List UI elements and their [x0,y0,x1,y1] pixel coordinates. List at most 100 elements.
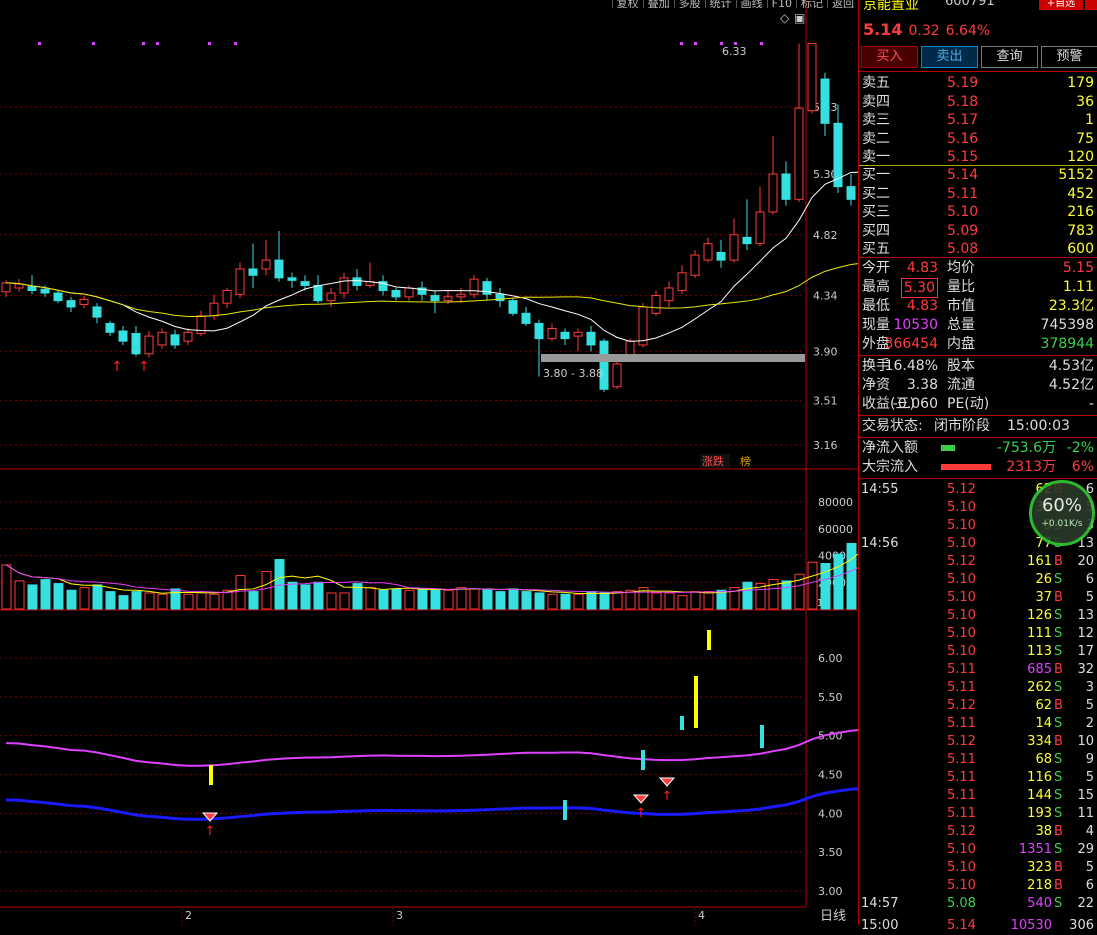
ask-level[interactable]: 卖二 5.16 75 [859,130,1097,148]
volume-bar [560,593,571,610]
candle-body [638,306,648,346]
volume-bar [430,588,441,610]
ask-level[interactable]: 卖五 5.19 179 [859,74,1097,92]
volume-bar [534,592,545,610]
toolbar-btn-f10[interactable]: F10 [766,0,796,8]
tick-row[interactable]: 5.10 111 S 12 [859,625,1097,643]
tick-row[interactable]: 5.12 334 B 10 [859,733,1097,751]
toolbar-btn-biaoji[interactable]: 标记 [796,0,827,8]
tick-row[interactable]: 5.11 68 S 9 [859,751,1097,769]
add-favorite-button[interactable]: +自选 [1039,0,1083,10]
tick-volume: 126 [1027,608,1052,623]
indicator-axis-label: 3.00 [818,885,843,898]
volume-bar [508,588,519,610]
volume-bar [105,591,116,610]
toolbar-btn-duogu[interactable]: 多股 [673,0,705,8]
volume-bar [547,593,558,610]
level-label: 卖三 [862,112,890,128]
tick-volume: 68 [1035,752,1052,767]
bid-level[interactable]: 买一 5.14 5152 [859,166,1097,184]
alert-button[interactable]: 预警 [1041,46,1097,68]
stat-value: 10530 [893,317,938,333]
volume-bar [14,580,25,610]
toolbar-btn-huaxian[interactable]: 画线 [735,0,767,8]
divider [859,71,1097,72]
flow-label: 大宗流入 [862,459,918,475]
tick-direction: S [1054,572,1063,587]
signal-dot [734,42,737,45]
chart-canvas[interactable]: 5.835.304.824.343.903.513.16800006000040… [0,0,858,925]
volume-bar [586,591,597,610]
price-axis-label: 4.34 [813,290,838,303]
tick-price: 5.12 [947,734,976,749]
tick-row[interactable]: 14:57 5.08 540 S 22 [859,895,1097,913]
bid-level[interactable]: 买二 5.11 452 [859,185,1097,203]
tick-time: 15:00 [861,918,899,933]
tick-row[interactable]: 5.11 685 B 32 [859,661,1097,679]
volume-bar [443,589,454,610]
stat-label: PE(动) [947,396,990,412]
tick-row[interactable]: 5.11 14 S 2 [859,715,1097,733]
toolbar-btn-tongji[interactable]: 统计 [704,0,736,8]
signal-arrow-icon: ↑ [636,806,647,821]
candle-body [755,211,765,245]
tick-count: 306 [1069,918,1094,933]
tick-row[interactable]: 5.10 26 S 6 [859,571,1097,589]
tick-row[interactable]: 5.10 113 S 17 [859,643,1097,661]
tick-row[interactable]: 5.11 193 S 11 [859,805,1097,823]
signal-gem-icon [632,794,650,804]
stat-value: 3.38 [906,377,938,393]
volume-bar [79,587,90,610]
volume-ma-yellow [5,553,858,594]
tick-price: 5.11 [947,680,976,695]
tick-row[interactable]: 5.10 1351 S 29 [859,841,1097,859]
ask-level[interactable]: 卖四 5.18 36 [859,93,1097,111]
tick-row[interactable]: 5.10 323 B 5 [859,859,1097,877]
level-volume: 1 [1085,112,1094,128]
tick-row[interactable]: 5.10 218 B 6 [859,877,1097,895]
tick-direction: S [1054,806,1063,821]
tick-volume: 38 [1035,824,1052,839]
buy-button[interactable]: 买入 [861,46,918,68]
tick-row[interactable]: 5.12 62 B 5 [859,697,1097,715]
stat-value: 5.30 [900,278,938,298]
tick-row[interactable]: 5.12 161 B 20 [859,553,1097,571]
ask-level[interactable]: 卖三 5.17 1 [859,111,1097,129]
candle-body [430,295,440,302]
query-button[interactable]: 查询 [981,46,1038,68]
candle-body [599,340,609,390]
favorite-dropdown-button[interactable] [1085,0,1097,10]
tick-row[interactable]: 5.10 37 B 5 [859,589,1097,607]
tick-price: 5.12 [947,482,976,497]
bid-level[interactable]: 买四 5.09 783 [859,222,1097,240]
status-value: 闭市阶段 [934,418,990,434]
bid-level[interactable]: 买五 5.08 600 [859,240,1097,258]
kline-chart-area[interactable]: 5.835.304.824.343.903.513.16800006000040… [0,0,858,925]
candle-body [326,292,336,302]
bid-level[interactable]: 买三 5.10 216 [859,203,1097,221]
ask-level[interactable]: 卖一 5.15 120 [859,148,1097,166]
tick-direction: S [1054,788,1063,803]
tick-row[interactable]: 5.11 262 S 3 [859,679,1097,697]
candle-body [560,331,570,340]
volume-bar [417,588,428,610]
level-price: 5.08 [947,241,979,257]
tick-row[interactable]: 5.12 38 B 4 [859,823,1097,841]
stat-value: 745398 [1040,317,1094,333]
tick-volume: 218 [1027,878,1052,893]
tick-row[interactable]: 5.10 126 S 13 [859,607,1097,625]
toolbar-btn-fuquan[interactable]: 复权 [611,0,643,8]
tick-count: 4 [1085,824,1094,839]
tick-row[interactable]: 5.11 144 S 15 [859,787,1097,805]
tick-row[interactable]: 5.11 116 S 5 [859,769,1097,787]
flow-label: 净流入额 [862,440,918,456]
tick-row[interactable]: 15:00 5.14 10530 306 [859,917,1097,935]
trade-status: 交易状态: 闭市阶段 15:00:03 [859,417,1097,435]
volume-bar [183,593,194,610]
toolbar-btn-fanhui[interactable]: 返回 [827,0,858,8]
level-label: 买一 [862,167,890,183]
toolbar-btn-diejia[interactable]: 叠加 [642,0,674,8]
sell-button[interactable]: 卖出 [921,46,978,68]
candle-body [677,272,687,292]
tick-price: 5.10 [947,626,976,641]
